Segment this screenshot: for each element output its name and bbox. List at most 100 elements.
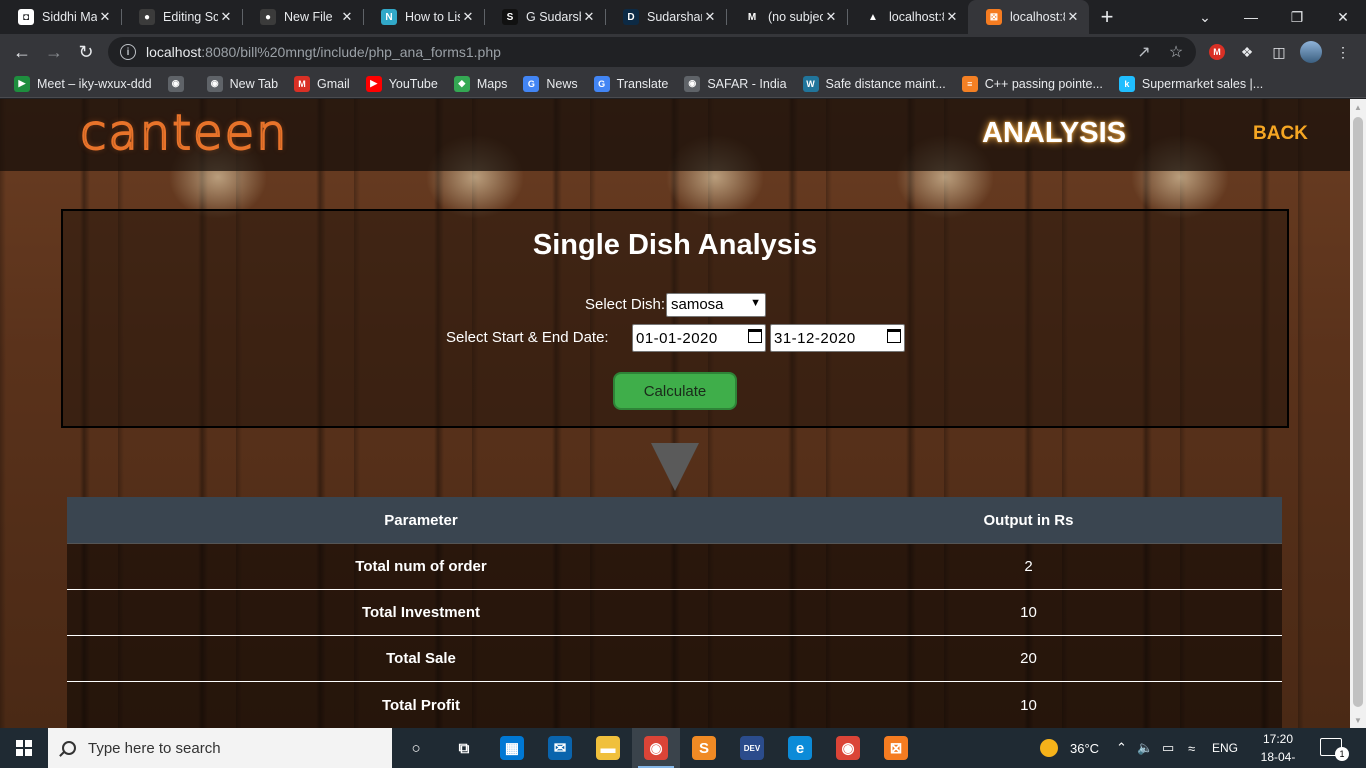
task-view-glyph: ⧉ [458, 739, 470, 757]
close-window-button[interactable]: ✕ [1320, 0, 1366, 34]
minimize-button[interactable]: — [1228, 0, 1274, 34]
bookmark-item[interactable]: ◉ [167, 75, 191, 92]
tab-close-icon[interactable]: ✕ [944, 9, 960, 25]
tab-search-chevron-icon[interactable]: ⌄ [1182, 0, 1228, 34]
chrome-profile-icon[interactable]: ◉ [824, 728, 872, 768]
devcpp-icon[interactable]: DEV [728, 728, 776, 768]
wifi-icon[interactable]: ≈ [1188, 728, 1195, 768]
windows-logo-icon [16, 740, 32, 756]
tab-1[interactable]: ● Editing Scr ✕ [121, 0, 242, 34]
address-bar[interactable]: i localhost:8080/bill%20mngt/include/php… [108, 37, 1196, 67]
profile-avatar[interactable] [1300, 41, 1322, 63]
store-glyph: ▦ [500, 736, 524, 760]
tab-close-icon[interactable]: ✕ [460, 9, 476, 25]
reload-icon[interactable]: ↻ [72, 38, 100, 66]
tab-6[interactable]: M (no subjec ✕ [726, 0, 847, 34]
file-explorer-icon[interactable]: ▬ [584, 728, 632, 768]
language-indicator[interactable]: ENG [1212, 728, 1238, 768]
devcpp-glyph: DEV [740, 736, 764, 760]
tab-close-icon[interactable]: ✕ [339, 9, 355, 25]
chrome-icon[interactable]: ◉ [632, 728, 680, 768]
bookmark-star-icon[interactable]: ☆ [1162, 37, 1190, 67]
mail-extension-icon[interactable]: M [1209, 44, 1225, 60]
site-info-icon[interactable]: i [120, 44, 136, 60]
menu-kebab-icon[interactable]: ⋮ [1332, 41, 1354, 63]
sublime-glyph: S [692, 736, 716, 760]
start-date-input[interactable]: 01-01-2020 [632, 324, 766, 352]
chrome-profile-glyph: ◉ [836, 736, 860, 760]
end-date-input[interactable]: 31-12-2020 [770, 324, 905, 352]
bookmark-label: New Tab [229, 76, 279, 91]
tab-close-icon[interactable]: ✕ [218, 9, 234, 25]
xampp-icon[interactable]: ⊠ [872, 728, 920, 768]
bookmark-item[interactable]: ◉ New Tab [206, 75, 279, 92]
bookmark-item[interactable]: ◉ SAFAR - India [684, 75, 787, 92]
battery-icon[interactable]: ▭ [1162, 728, 1174, 768]
bookmark-label: News [546, 76, 578, 91]
tab-8[interactable]: ⊠ localhost:8 ✕ [968, 0, 1089, 34]
taskbar-search-box[interactable]: Type here to search [48, 728, 392, 768]
bookmark-item[interactable]: ▶ YouTube [365, 75, 438, 92]
bookmark-item[interactable]: k Supermarket sales |... [1118, 75, 1263, 92]
tab-0[interactable]: ◘ Siddhi Mar ✕ [0, 0, 121, 34]
canteen-logo[interactable]: canteen [79, 104, 289, 162]
bookmark-item[interactable]: ▶ Meet – iky-wxux-ddd [14, 75, 152, 92]
restore-button[interactable]: ❐ [1274, 0, 1320, 34]
table-header: Parameter Output in Rs [67, 497, 1282, 544]
start-button[interactable] [0, 728, 48, 768]
nav-back-link[interactable]: BACK [1253, 123, 1308, 145]
bookmark-item[interactable]: ◆ Maps [453, 75, 507, 92]
tab-3[interactable]: N How to Lis ✕ [363, 0, 484, 34]
extensions-puzzle-icon[interactable]: ❖ [1236, 41, 1258, 63]
mail-icon[interactable]: ✉ [536, 728, 584, 768]
scroll-down-icon[interactable]: ▼ [1350, 712, 1366, 728]
calculate-button[interactable]: Calculate [613, 372, 737, 410]
tab-favicon-icon: ● [139, 9, 155, 25]
new-tab-button[interactable]: + [1089, 0, 1125, 34]
tab-close-icon[interactable]: ✕ [1065, 9, 1081, 25]
bookmark-label: Safe distance maint... [825, 76, 946, 91]
chevron-down-icon: ▼ [750, 297, 761, 309]
tab-2[interactable]: ● New File ✕ [242, 0, 363, 34]
tab-close-icon[interactable]: ✕ [581, 9, 597, 25]
forward-arrow-icon[interactable]: → [40, 38, 68, 66]
back-arrow-icon[interactable]: ← [8, 38, 36, 66]
nav-analysis-link[interactable]: ANALYSIS [982, 117, 1126, 150]
tab-4[interactable]: S G Sudarsha✕ [484, 0, 605, 34]
notification-center-icon[interactable]: 1 [1320, 738, 1349, 761]
cortana-icon[interactable]: ○ [392, 728, 440, 768]
tab-7[interactable]: ▲ localhost:8 ✕ [847, 0, 968, 34]
row-value: 2 [1024, 558, 1033, 575]
bookmark-item[interactable]: G News [523, 75, 578, 92]
speaker-icon[interactable]: 🔈 [1137, 728, 1153, 768]
scroll-up-icon[interactable]: ▲ [1350, 99, 1366, 115]
task-view-icon[interactable]: ⧉ [440, 728, 488, 768]
bookmark-item[interactable]: ≡ C++ passing pointe... [961, 75, 1103, 92]
side-panel-icon[interactable]: ◫ [1268, 41, 1290, 63]
clock-time: 17:20 [1262, 732, 1294, 746]
show-hidden-icons-chevron-icon[interactable]: ⌃ [1116, 728, 1127, 768]
vertical-scrollbar[interactable]: ▲ ▼ [1350, 99, 1366, 728]
tab-close-icon[interactable]: ✕ [823, 9, 839, 25]
tab-label: (no subjec [768, 10, 823, 24]
bookmark-item[interactable]: G Translate [593, 75, 668, 92]
scrollbar-thumb[interactable] [1353, 117, 1363, 707]
store-icon[interactable]: ▦ [488, 728, 536, 768]
bookmark-item[interactable]: W Safe distance maint... [802, 75, 946, 92]
tab-close-icon[interactable]: ✕ [97, 9, 113, 25]
dish-select[interactable]: samosa ▼ [666, 293, 766, 317]
row-parameter: Total Investment [361, 604, 481, 621]
bookmark-item[interactable]: M Gmail [294, 75, 350, 92]
tab-5[interactable]: D Sudarshan ✕ [605, 0, 726, 34]
clock[interactable]: 17:20 18-04-2022 [1248, 730, 1308, 768]
clock-date: 18-04-2022 [1260, 750, 1296, 764]
calendar-icon[interactable] [748, 329, 762, 343]
bookmark-favicon-icon: G [523, 75, 540, 92]
edge-icon[interactable]: e [776, 728, 824, 768]
calendar-icon[interactable] [887, 329, 901, 343]
url-text[interactable]: localhost:8080/bill%20mngt/include/php_a… [146, 44, 501, 60]
sublime-icon[interactable]: S [680, 728, 728, 768]
tab-close-icon[interactable]: ✕ [702, 9, 718, 25]
share-icon[interactable]: ↗ [1130, 37, 1158, 67]
weather-widget[interactable]: 36°C [1040, 728, 1099, 768]
